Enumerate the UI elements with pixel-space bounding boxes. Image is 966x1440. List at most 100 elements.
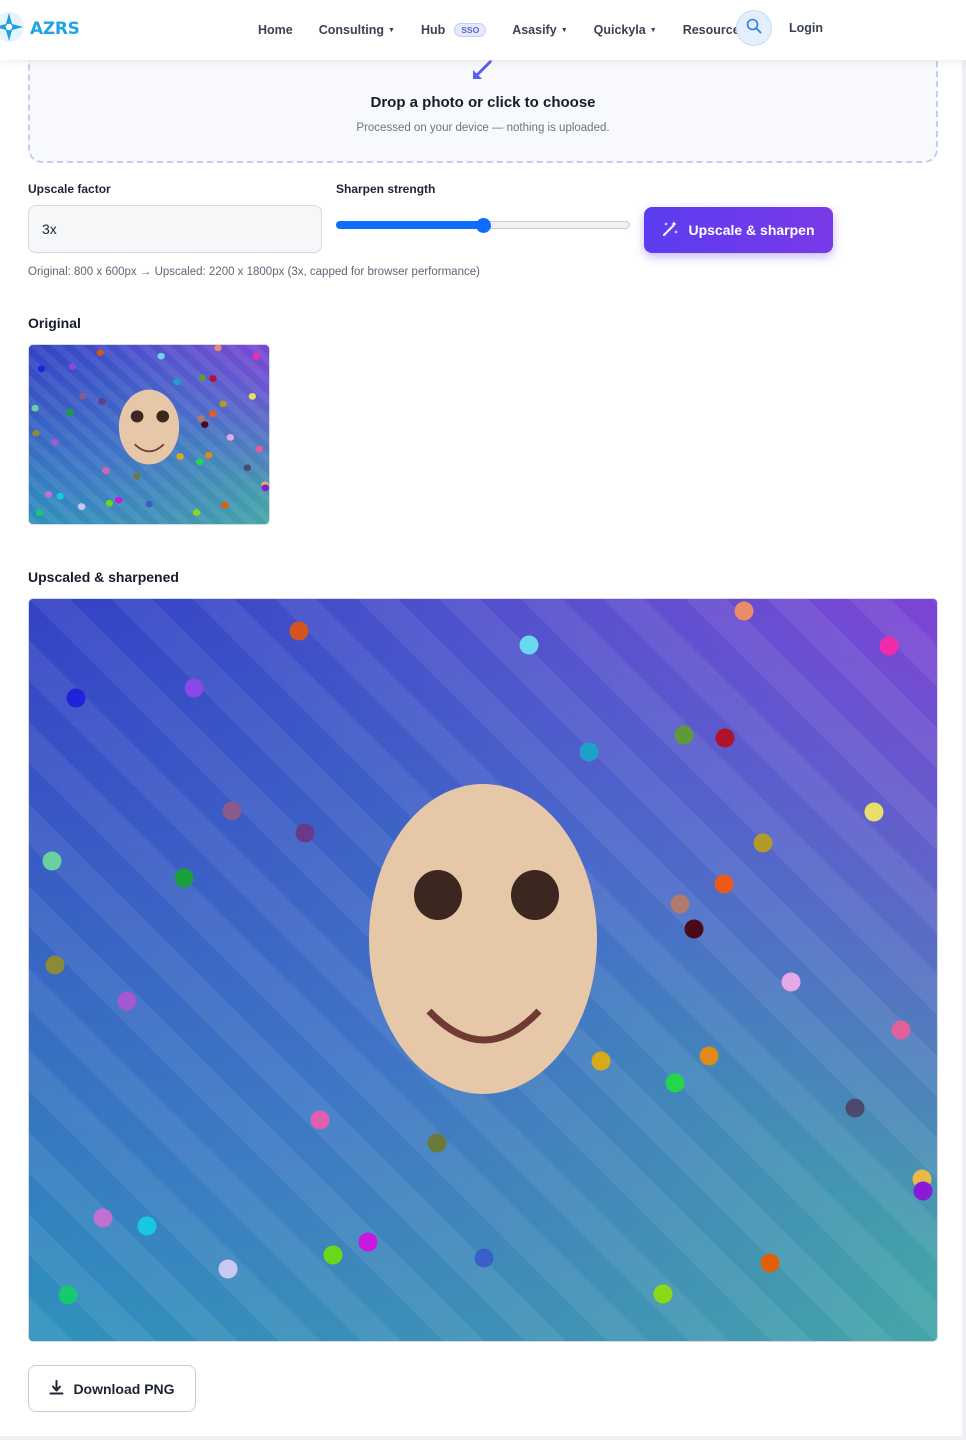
slider-thumb[interactable] <box>476 218 491 233</box>
confetti-dot <box>145 500 153 508</box>
nav-item-label: Home <box>258 23 293 37</box>
confetti-dot <box>66 408 74 416</box>
confetti-dot <box>243 464 252 472</box>
confetti-dot <box>133 472 141 480</box>
upscale-factor-value: 3x <box>42 221 57 237</box>
search-icon <box>746 18 762 38</box>
confetti-dot <box>295 823 315 843</box>
sharpen-strength-slider[interactable] <box>336 218 630 233</box>
confetti-dot <box>579 742 599 762</box>
confetti-dot <box>201 421 209 428</box>
download-icon <box>49 1379 64 1398</box>
confetti-dot <box>519 635 539 655</box>
confetti-dot <box>891 1020 911 1040</box>
nav-item-consulting[interactable]: Consulting ▼ <box>319 23 395 37</box>
confetti-dot <box>252 352 261 360</box>
confetti-dot <box>196 458 204 466</box>
confetti-dot <box>289 621 309 641</box>
confetti-dot <box>209 375 217 382</box>
confetti-dot <box>98 398 106 405</box>
nav-item-quickyla[interactable]: Quickyla ▼ <box>594 23 657 37</box>
confetti-dot <box>358 1232 378 1252</box>
nav-item-home[interactable]: Home <box>258 23 293 37</box>
nav-item-asasify[interactable]: Asasify ▼ <box>512 23 567 37</box>
confetti-dot <box>37 365 46 373</box>
confetti-dot <box>653 1284 673 1304</box>
brand-logo[interactable]: AZRS <box>0 12 80 46</box>
confetti-dot <box>174 868 194 888</box>
upscale-sharpen-button[interactable]: Upscale & sharpen <box>644 207 833 253</box>
confetti-dot <box>192 509 201 517</box>
chevron-down-icon: ▼ <box>388 26 395 34</box>
confetti-dot <box>197 415 205 422</box>
confetti-dot <box>684 919 704 939</box>
confetti-dot <box>323 1245 343 1265</box>
confetti-dot <box>77 503 86 511</box>
search-button[interactable] <box>736 10 772 46</box>
upscaled-image <box>28 598 938 1342</box>
original-heading: Original <box>28 315 81 331</box>
confetti-dot <box>209 410 217 418</box>
nav-item-label: Asasify <box>512 23 557 37</box>
confetti-dot <box>218 1259 238 1279</box>
confetti-dot <box>845 1098 865 1118</box>
main-nav: Home Consulting ▼ Hub SSO Asasify ▼ Quic… <box>258 0 758 60</box>
confetti-dot <box>310 1110 330 1130</box>
confetti-dot <box>753 833 773 853</box>
azrs-logo-icon <box>0 10 26 48</box>
confetti-dot <box>864 802 884 822</box>
confetti-dot <box>261 484 269 492</box>
confetti-dot <box>198 374 206 382</box>
confetti-dot <box>714 874 734 894</box>
confetti-dot <box>44 490 53 498</box>
upscale-factor-select[interactable]: 3x <box>28 205 322 253</box>
dropzone-subtitle: Processed on your device — nothing is up… <box>356 122 610 134</box>
confetti-dot <box>248 393 257 400</box>
nav-item-label: Quickyla <box>593 23 646 37</box>
nav-item-label: Hub <box>420 23 446 37</box>
confetti-dot <box>221 501 229 509</box>
sharpen-strength-label: Sharpen strength <box>336 182 436 196</box>
dimension-info: Original: 800 x 600px → Upscaled: 2200 x… <box>28 266 480 278</box>
confetti-dot <box>137 1216 157 1236</box>
page-edge <box>962 60 966 1440</box>
confetti-dot <box>117 991 137 1011</box>
confetti-dot <box>427 1133 447 1153</box>
confetti-dot <box>591 1051 611 1071</box>
upscale-button-label: Upscale & sharpen <box>688 222 815 238</box>
confetti-dot <box>45 955 65 975</box>
confetti-dot <box>674 725 694 745</box>
confetti-dot <box>58 1285 78 1305</box>
confetti-dot <box>474 1248 494 1268</box>
confetti-dot <box>879 636 899 656</box>
confetti-dot <box>56 492 64 500</box>
chevron-down-icon: ▼ <box>649 26 657 34</box>
confetti-dot <box>42 851 62 871</box>
confetti-dot <box>96 349 105 357</box>
confetti-dot <box>184 678 204 698</box>
confetti-dot <box>699 1046 719 1066</box>
login-link[interactable]: Login <box>789 21 823 35</box>
confetti-dot <box>734 601 754 621</box>
confetti-dot <box>219 400 227 408</box>
confetti-dot <box>670 894 690 914</box>
chevron-down-icon: ▼ <box>560 26 568 34</box>
upload-arrow-icon <box>470 55 497 86</box>
sso-badge: SSO <box>454 23 487 37</box>
confetti-dot <box>105 499 114 507</box>
confetti-dot <box>114 496 123 504</box>
confetti-dot <box>93 1208 113 1228</box>
slider-fill <box>336 221 483 229</box>
confetti-dot <box>31 404 39 412</box>
download-png-button[interactable]: Download PNG <box>28 1365 196 1412</box>
nav-item-hub[interactable]: Hub SSO <box>420 23 487 37</box>
magic-wand-icon <box>662 220 679 240</box>
confetti-dot <box>176 453 184 460</box>
confetti-dot <box>665 1073 685 1093</box>
confetti-dot <box>226 434 235 441</box>
confetti-dot <box>68 363 77 370</box>
confetti-dot <box>35 509 44 517</box>
confetti-dot <box>173 378 181 386</box>
confetti-dot <box>715 728 735 748</box>
navbar: AZRS Home Consulting ▼ Hub SSO Asasify ▼… <box>0 0 966 60</box>
